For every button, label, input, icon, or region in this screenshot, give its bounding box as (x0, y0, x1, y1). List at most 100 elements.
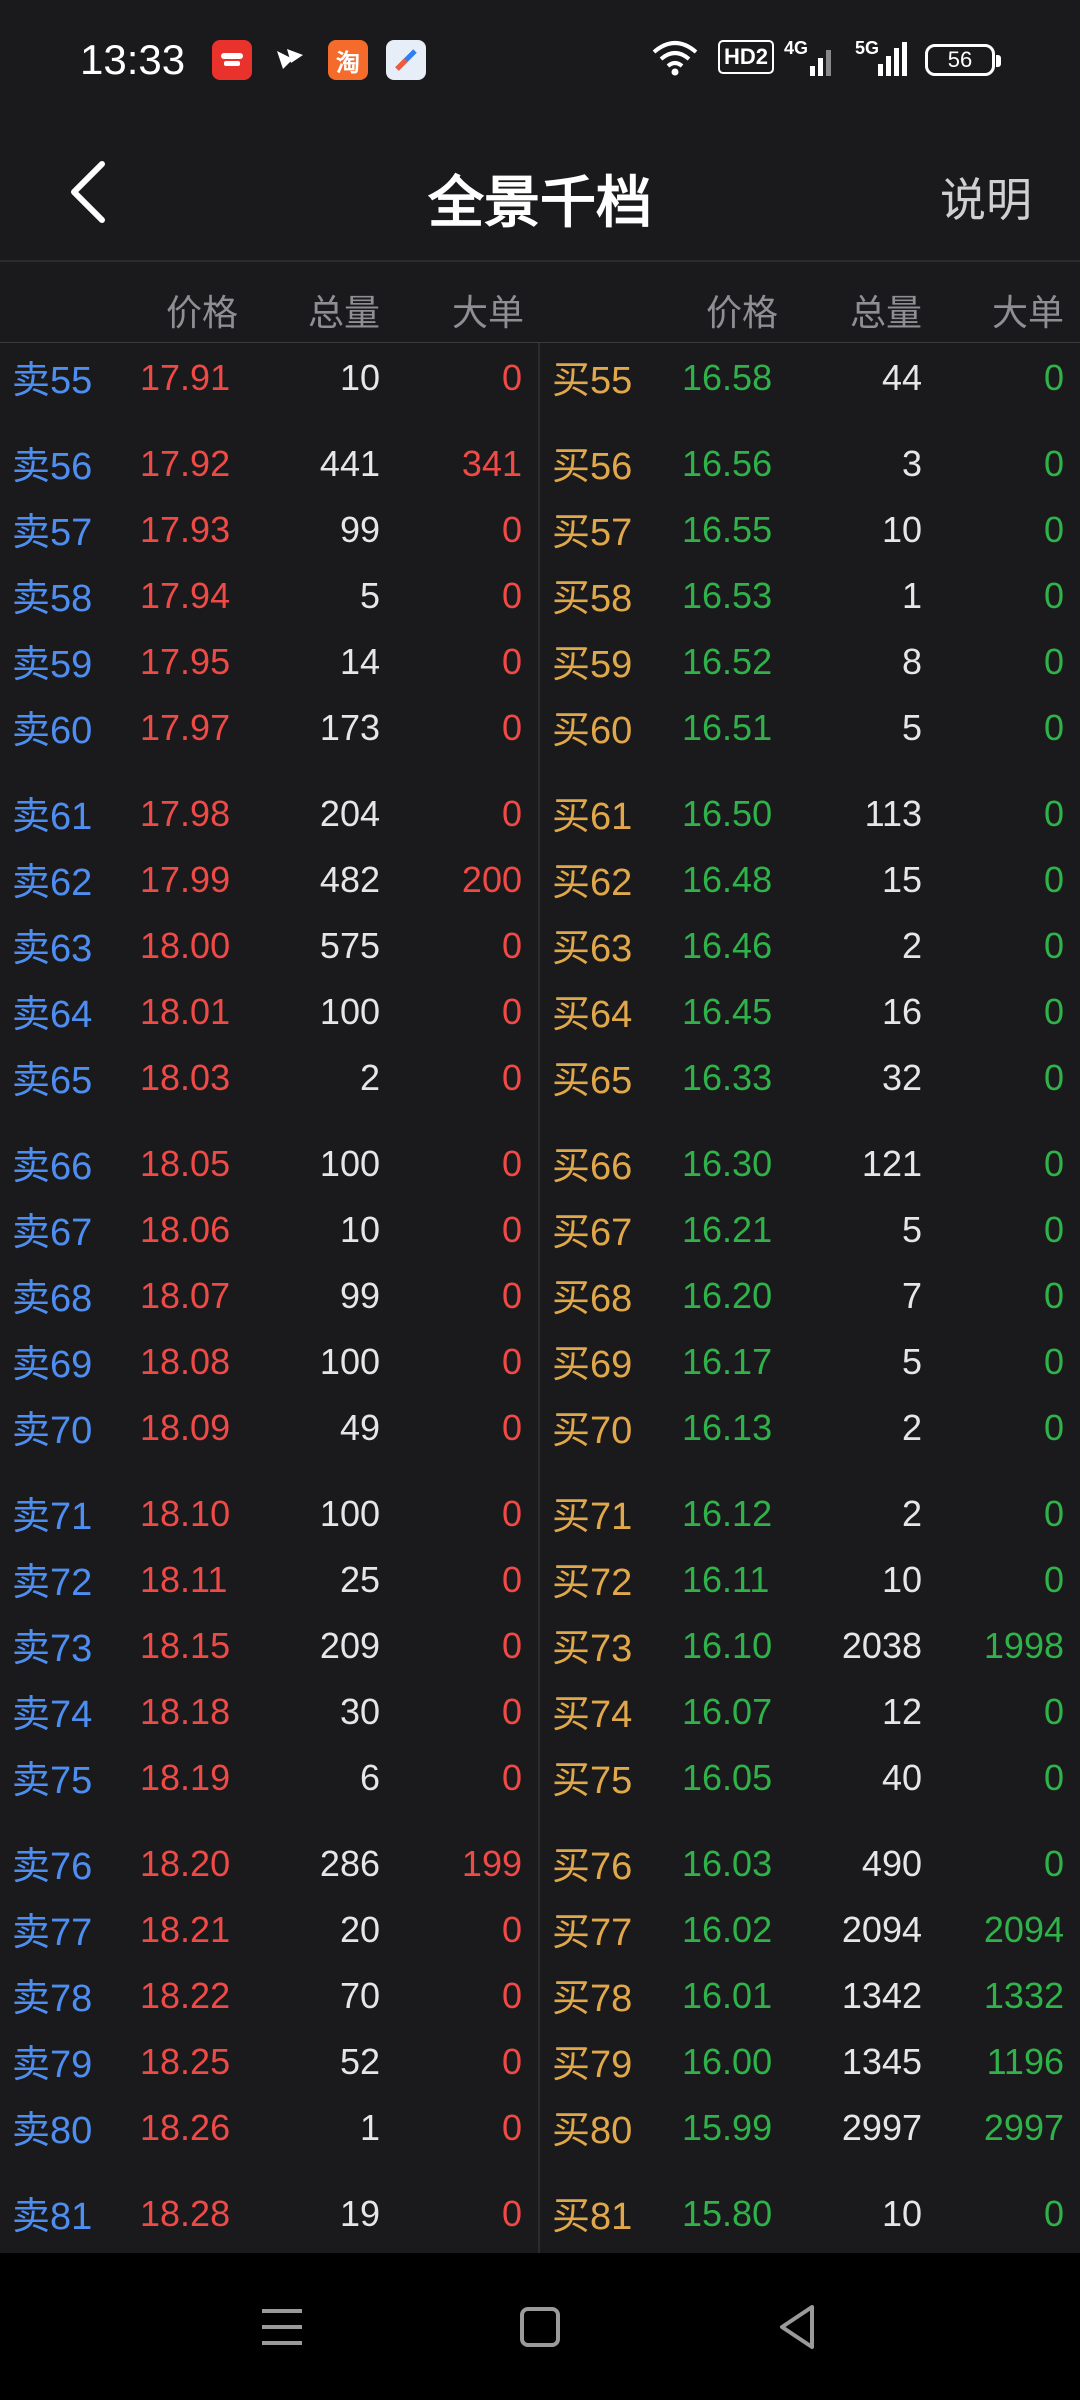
order-row[interactable]: 卖72 18.11 25 0 买72 16.11 10 0 (0, 1545, 1080, 1611)
buy-price: 16.51 (682, 707, 773, 748)
buy-level-label: 买65 (552, 1060, 633, 1102)
order-row[interactable]: 卖57 17.93 99 0 买57 16.55 10 0 (0, 495, 1080, 561)
order-row[interactable]: 卖66 18.05 100 0 买66 16.30 121 0 (0, 1129, 1080, 1195)
buy-big-order: 0 (1043, 2193, 1064, 2234)
sell-big-order: 0 (501, 1341, 522, 1382)
order-row[interactable]: 卖56 17.92 441 341 买56 16.56 3 0 (0, 429, 1080, 495)
buy-level-label: 买57 (552, 512, 633, 554)
sell-level-label: 卖69 (12, 1344, 93, 1386)
buy-big-order: 0 (1043, 1275, 1064, 1316)
buy-big-order: 1998 (983, 1625, 1064, 1666)
buy-volume: 32 (881, 1057, 922, 1098)
sell-volume: 100 (319, 991, 380, 1032)
order-row[interactable]: 卖63 18.00 575 0 买63 16.46 2 0 (0, 911, 1080, 977)
sell-price: 18.28 (140, 2193, 231, 2234)
sell-price: 18.21 (140, 1909, 231, 1950)
order-row[interactable]: 卖79 18.25 52 0 买79 16.00 1345 1196 (0, 2027, 1080, 2093)
sell-big-order: 0 (501, 1493, 522, 1534)
buy-level-label: 买79 (552, 2044, 633, 2086)
sell-level-label: 卖62 (12, 862, 93, 904)
buy-price: 16.33 (682, 1057, 773, 1098)
sell-price: 18.06 (140, 1209, 231, 1250)
broker-app-icon (212, 40, 252, 80)
buy-big-order: 0 (1043, 1341, 1064, 1382)
sell-level-label: 卖65 (12, 1060, 93, 1102)
buy-big-order: 0 (1043, 1559, 1064, 1600)
buy-big-order: 0 (1043, 1407, 1064, 1448)
buy-level-label: 买63 (552, 928, 633, 970)
buy-price: 16.10 (682, 1625, 773, 1666)
home-button[interactable] (510, 2297, 570, 2357)
order-row[interactable]: 卖77 18.21 20 0 买77 16.02 2094 2094 (0, 1895, 1080, 1961)
wifi-icon (650, 38, 700, 83)
menu-button[interactable] (252, 2297, 312, 2357)
buy-volume: 2038 (841, 1625, 922, 1666)
order-row[interactable]: 卖73 18.15 209 0 买73 16.10 2038 1998 (0, 1611, 1080, 1677)
order-row[interactable]: 卖62 17.99 482 200 买62 16.48 15 0 (0, 845, 1080, 911)
order-row[interactable]: 卖67 18.06 10 0 买67 16.21 5 0 (0, 1195, 1080, 1261)
buy-volume: 2 (901, 925, 922, 966)
buy-volume: 2 (901, 1493, 922, 1534)
sell-volume: 49 (339, 1407, 380, 1448)
sell-price-header: 价格 (165, 292, 238, 333)
sell-big-order: 0 (501, 1691, 522, 1732)
buy-volume: 113 (864, 793, 922, 834)
buy-volume: 490 (861, 1843, 922, 1884)
sell-volume: 286 (319, 1843, 380, 1884)
buy-big-order: 0 (1043, 1691, 1064, 1732)
order-row[interactable]: 卖71 18.10 100 0 买71 16.12 2 0 (0, 1479, 1080, 1545)
order-row[interactable]: 卖70 18.09 49 0 买70 16.13 2 0 (0, 1393, 1080, 1459)
order-book-list[interactable]: 卖55 17.91 10 0 买55 16.58 44 0 卖56 17.92 441 341 买56 1… (0, 343, 1080, 2253)
sell-volume: 70 (339, 1975, 380, 2016)
buy-big-order: 1196 (986, 2041, 1064, 2082)
order-row[interactable]: 卖69 18.08 100 0 买69 16.17 5 0 (0, 1327, 1080, 1393)
buy-volume: 1345 (841, 2041, 922, 2082)
order-row[interactable]: 卖55 17.91 10 0 买55 16.58 44 0 (0, 343, 1080, 409)
buy-volume: 10 (881, 1559, 922, 1600)
buy-big-order-header: 大单 (991, 292, 1064, 333)
help-button[interactable]: 说明 (940, 164, 1032, 230)
sell-level-label: 卖76 (12, 1846, 93, 1888)
sell-volume: 100 (319, 1341, 380, 1382)
system-nav-bar (0, 2253, 1080, 2400)
sell-level-label: 卖70 (12, 1410, 93, 1452)
sell-level-label: 卖80 (12, 2110, 93, 2152)
buy-price: 16.21 (682, 1209, 773, 1250)
buy-level-label: 买75 (552, 1760, 633, 1802)
order-row[interactable]: 卖80 18.26 1 0 买80 15.99 2997 2997 (0, 2093, 1080, 2159)
system-back-button[interactable] (768, 2297, 828, 2357)
order-row[interactable]: 卖74 18.18 30 0 买74 16.07 12 0 (0, 1677, 1080, 1743)
buy-price: 16.46 (682, 925, 773, 966)
order-row[interactable]: 卖61 17.98 204 0 买61 16.50 113 0 (0, 779, 1080, 845)
sell-price: 18.26 (140, 2107, 231, 2148)
order-row[interactable]: 卖60 17.97 173 0 买60 16.51 5 0 (0, 693, 1080, 759)
buy-price: 16.12 (682, 1493, 773, 1534)
home-icon (520, 2307, 560, 2347)
sell-big-order: 0 (501, 1143, 522, 1184)
buy-price: 16.07 (682, 1691, 773, 1732)
buy-volume: 121 (861, 1143, 922, 1184)
sell-price: 18.15 (140, 1625, 231, 1666)
buy-price: 16.53 (682, 575, 773, 616)
buy-level-label: 买62 (552, 862, 633, 904)
buy-price: 16.50 (682, 793, 773, 834)
sell-price: 18.25 (140, 2041, 231, 2082)
order-row[interactable]: 卖81 18.28 19 0 买81 15.80 10 0 (0, 2179, 1080, 2245)
buy-volume: 5 (901, 1209, 922, 1250)
order-row[interactable]: 卖75 18.19 6 0 买75 16.05 40 0 (0, 1743, 1080, 1809)
sell-price: 17.97 (140, 707, 231, 748)
order-row[interactable]: 卖59 17.95 14 0 买59 16.52 8 0 (0, 627, 1080, 693)
order-row[interactable]: 卖76 18.20 286 199 买76 16.03 490 0 (0, 1829, 1080, 1895)
sell-big-order: 0 (501, 1275, 522, 1316)
sell-big-order: 0 (501, 925, 522, 966)
buy-volume: 10 (881, 2193, 922, 2234)
buy-price: 16.48 (682, 859, 773, 900)
order-row[interactable]: 卖78 18.22 70 0 买78 16.01 1342 1332 (0, 1961, 1080, 2027)
order-row[interactable]: 卖68 18.07 99 0 买68 16.20 7 0 (0, 1261, 1080, 1327)
order-row[interactable]: 卖65 18.03 2 0 买65 16.33 32 0 (0, 1043, 1080, 1109)
sell-big-order: 0 (501, 641, 522, 682)
sell-price: 17.95 (140, 641, 231, 682)
order-row[interactable]: 卖64 18.01 100 0 买64 16.45 16 0 (0, 977, 1080, 1043)
order-row[interactable]: 卖58 17.94 5 0 买58 16.53 1 0 (0, 561, 1080, 627)
buy-big-order: 2094 (983, 1909, 1064, 1950)
